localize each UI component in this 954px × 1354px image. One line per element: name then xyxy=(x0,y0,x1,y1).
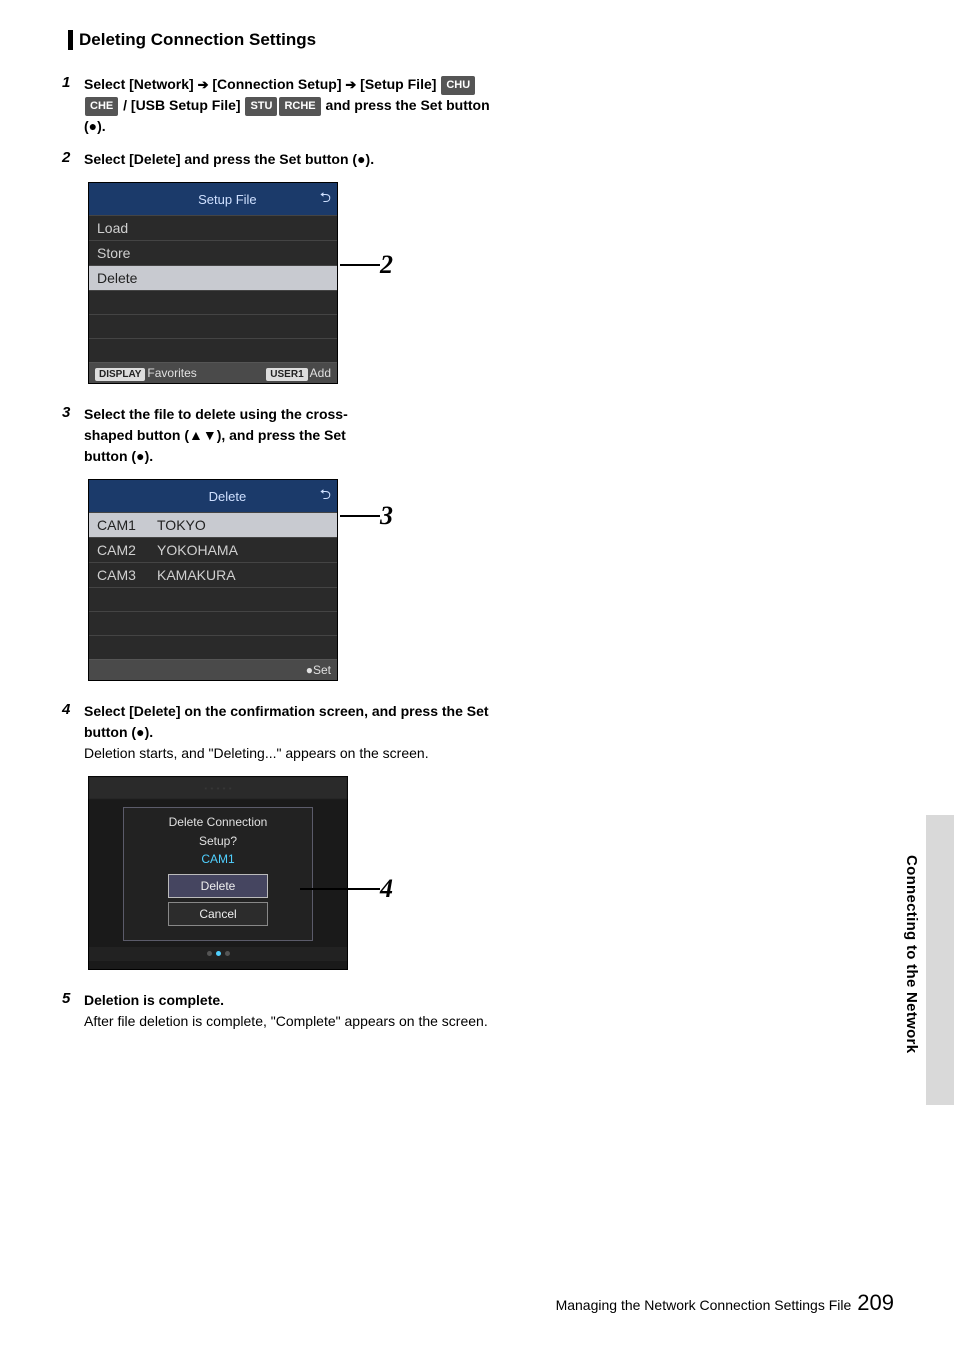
step4-body: Deletion starts, and "Deleting..." appea… xyxy=(84,745,429,761)
step-number: 1 xyxy=(62,74,84,137)
set-dot-icon: ● xyxy=(89,118,97,134)
badge-stu: STU xyxy=(245,97,277,116)
return-icon[interactable]: ⮌ xyxy=(320,484,331,508)
file-row-cam3[interactable]: CAM3 KAMAKURA xyxy=(89,562,337,587)
confirm-msg-line2: Setup? xyxy=(124,833,312,850)
menu-item-delete[interactable]: Delete xyxy=(89,265,337,290)
step3-text: Select the file to delete using the cros… xyxy=(84,406,348,464)
menu-item-load[interactable]: Load xyxy=(89,215,337,240)
menu-footer: DISPLAYFavorites USER1Add xyxy=(89,362,337,383)
page-number: 209 xyxy=(857,1290,894,1316)
step-number: 2 xyxy=(62,149,84,170)
step-1: 1 Select [Network] ➔ [Connection Setup] … xyxy=(62,74,492,137)
step-number: 4 xyxy=(62,701,84,764)
badge-che: CHE xyxy=(85,97,118,116)
badge-chu: CHU xyxy=(441,76,475,95)
menu-item-store[interactable]: Store xyxy=(89,240,337,265)
menu-empty-row xyxy=(89,611,337,635)
display-key-icon: DISPLAY xyxy=(95,368,145,381)
confirm-cancel-button[interactable]: Cancel xyxy=(168,902,268,926)
step2-text: Select [Delete] and press the Set button… xyxy=(84,151,374,167)
callout-3: 3 xyxy=(340,501,393,531)
step-3: 3 Select the file to delete using the cr… xyxy=(62,404,492,467)
confirm-delete-button[interactable]: Delete xyxy=(168,874,268,898)
confirm-dialog: Delete Connection Setup? CAM1 Delete Can… xyxy=(123,807,313,941)
screenshot-delete-list: Delete ⮌ CAM1 TOKYO CAM2 YOKOHAMA CAM3 K… xyxy=(88,479,894,681)
menu-empty-row xyxy=(89,314,337,338)
user1-key-icon: USER1 xyxy=(266,368,307,381)
return-icon[interactable]: ⮌ xyxy=(320,187,331,211)
step1-text: Select [Network] ➔ [Connection Setup] ➔ … xyxy=(84,76,490,134)
screenshot-setup-file: Setup File ⮌ Load Store Delete DISPLAYFa… xyxy=(88,182,894,384)
chapter-label: Connecting to the Network xyxy=(903,855,920,1053)
menu-empty-row xyxy=(89,587,337,611)
step5-bold: Deletion is complete. xyxy=(84,992,224,1008)
step-number: 5 xyxy=(62,990,84,1032)
chapter-tab xyxy=(926,815,954,1105)
menu-header: Delete ⮌ xyxy=(89,480,337,512)
step5-body: After file deletion is complete, "Comple… xyxy=(84,1013,488,1029)
file-row-cam2[interactable]: CAM2 YOKOHAMA xyxy=(89,537,337,562)
menu-empty-row xyxy=(89,338,337,362)
set-dot-icon: ● xyxy=(136,448,144,464)
callout-4: 4 xyxy=(300,874,393,904)
step-number: 3 xyxy=(62,404,84,467)
confirm-msg-line1: Delete Connection xyxy=(124,814,312,831)
menu-title: Setup File xyxy=(135,192,320,207)
set-dot-icon: ● xyxy=(136,724,144,740)
page-footer: Managing the Network Connection Settings… xyxy=(556,1290,894,1316)
confirm-target: CAM1 xyxy=(124,852,312,866)
arrow-right-icon: ➔ xyxy=(198,77,209,92)
file-row-cam1[interactable]: CAM1 TOKYO xyxy=(89,512,337,537)
page-dots xyxy=(89,947,347,961)
footer-section-title: Managing the Network Connection Settings… xyxy=(556,1297,852,1313)
section-heading: Deleting Connection Settings xyxy=(68,30,894,50)
set-dot-icon: ● xyxy=(357,151,365,167)
dim-header: · · · · · xyxy=(89,777,347,799)
menu-title: Delete xyxy=(135,489,320,504)
menu-empty-row xyxy=(89,635,337,659)
step-5: 5 Deletion is complete. After file delet… xyxy=(62,990,492,1032)
step-4: 4 Select [Delete] on the confirmation sc… xyxy=(62,701,492,764)
menu-footer: ●Set xyxy=(89,659,337,680)
step-2: 2 Select [Delete] and press the Set butt… xyxy=(62,149,492,170)
menu-empty-row xyxy=(89,290,337,314)
arrow-right-icon: ➔ xyxy=(345,77,356,92)
step4-bold: Select [Delete] on the confirmation scre… xyxy=(84,703,489,740)
badge-rche: RCHE xyxy=(279,97,320,116)
menu-header: Setup File ⮌ xyxy=(89,183,337,215)
set-hint: ●Set xyxy=(306,663,331,677)
screenshot-confirm: · · · · · Delete Connection Setup? CAM1 … xyxy=(88,776,894,970)
callout-2: 2 xyxy=(340,250,393,280)
